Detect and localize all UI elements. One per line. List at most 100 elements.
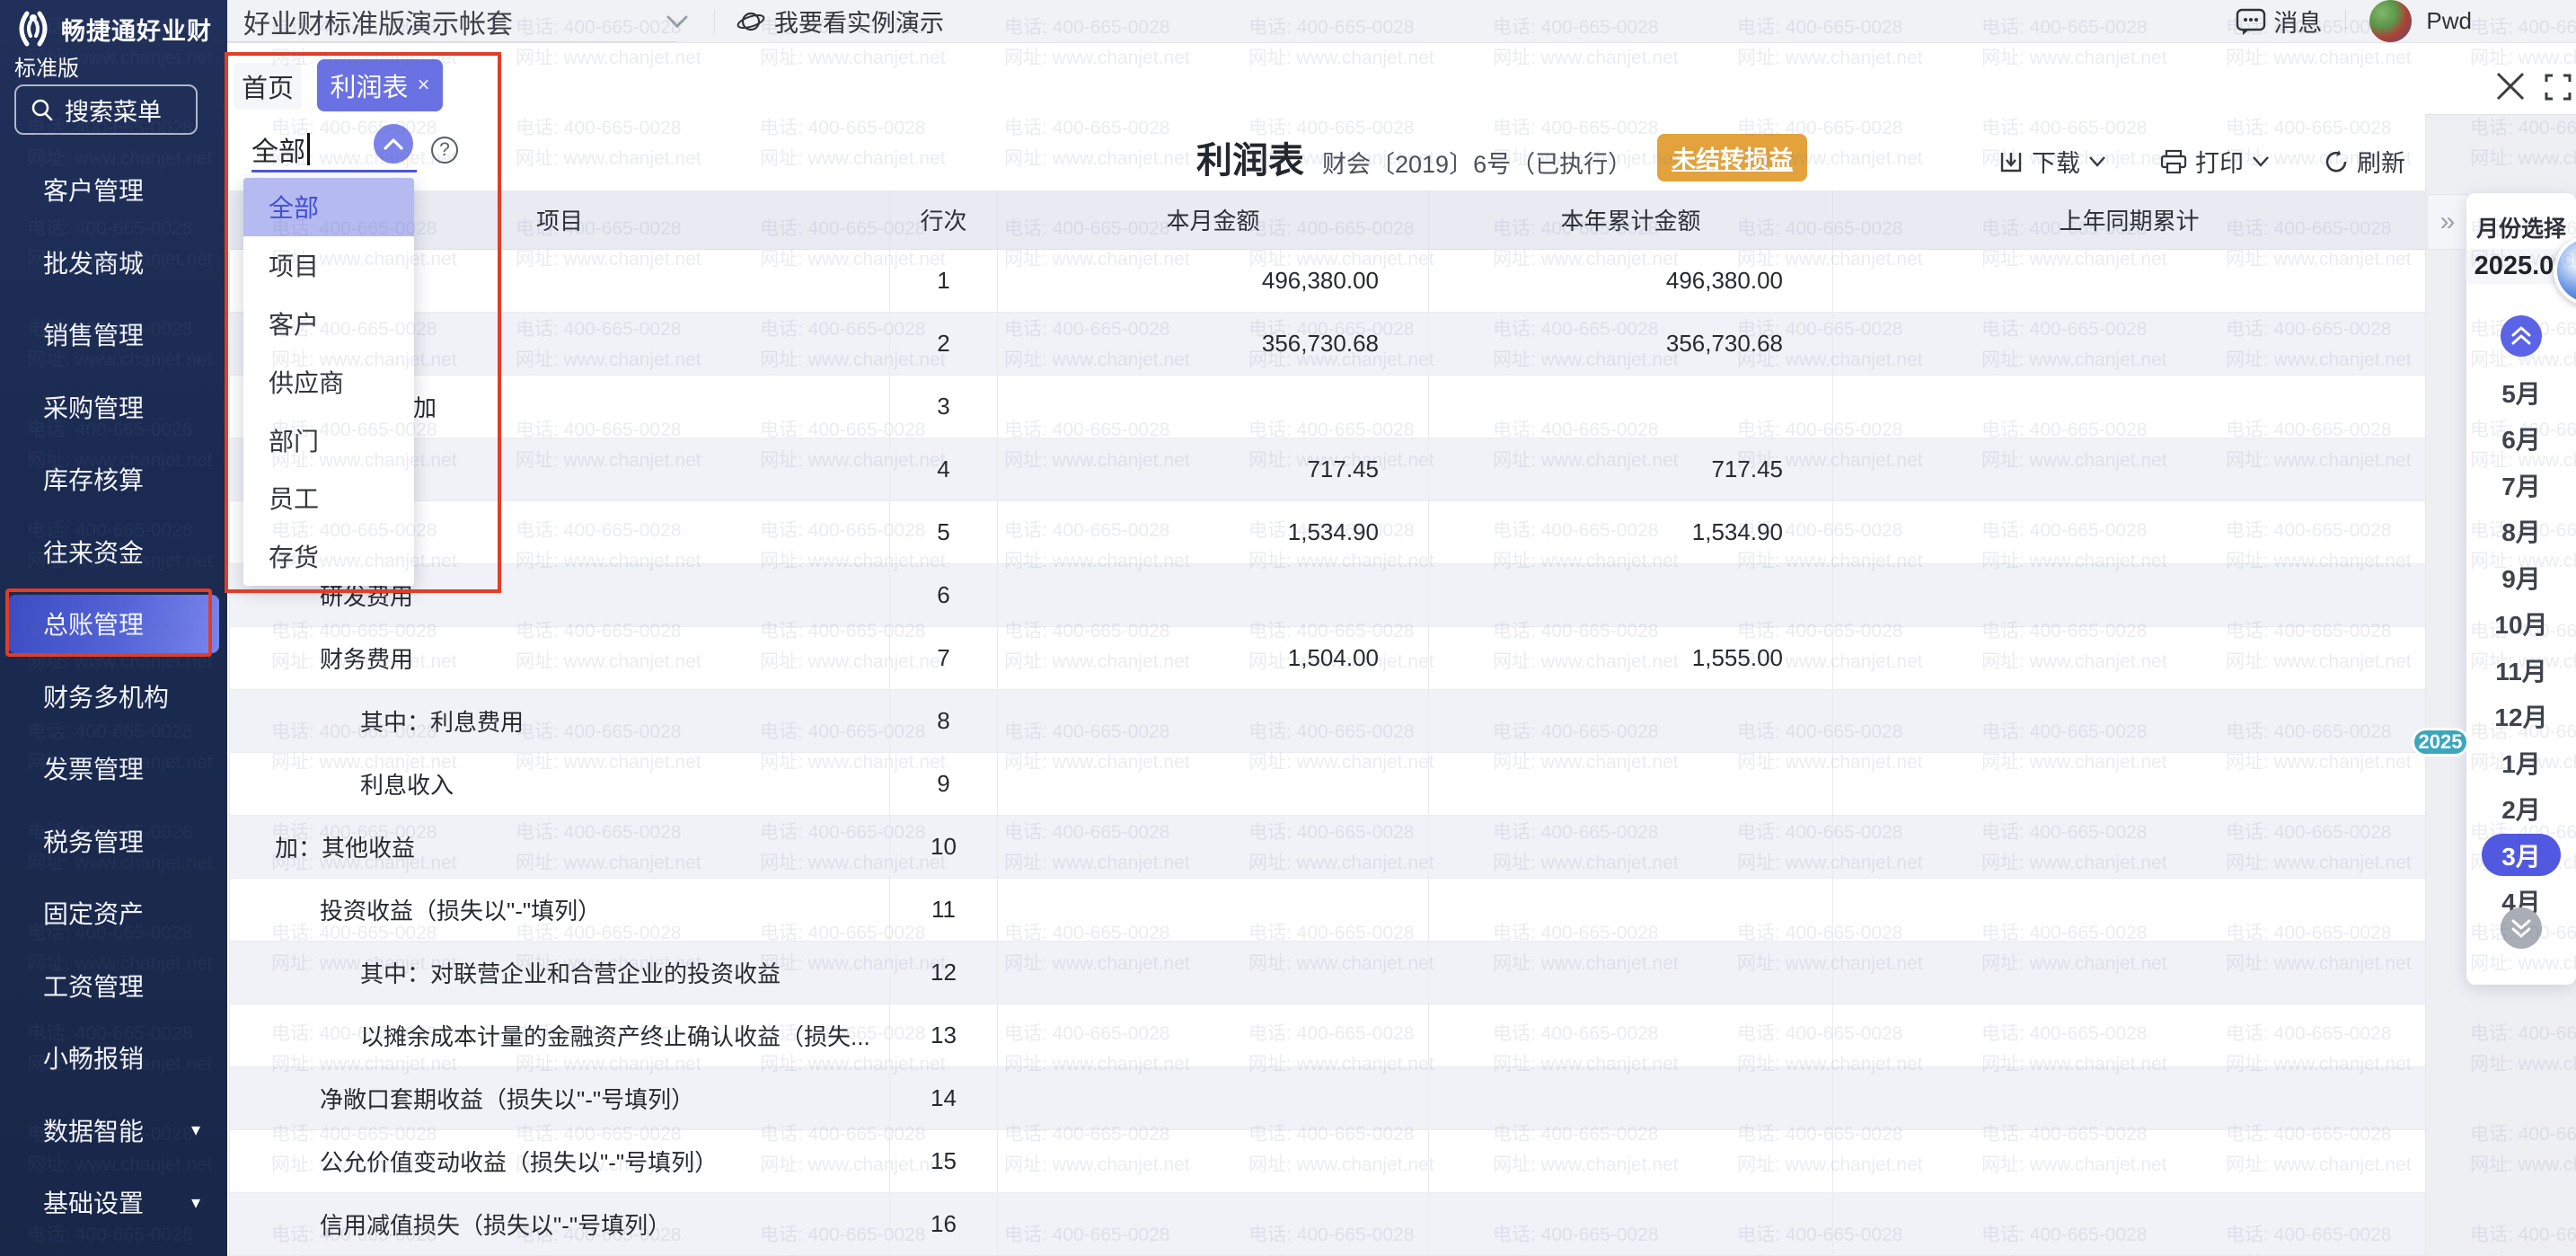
line-number-cell: 4 (890, 438, 998, 501)
table-row[interactable]: 加：其他收益10 (230, 816, 2425, 879)
demo-link-label: 我要看实例演示 (774, 4, 944, 39)
month-item-12月[interactable]: 12月 (2466, 694, 2576, 740)
sidebar-item-总账管理[interactable]: 总账管理 (0, 588, 227, 660)
month-item-3月[interactable]: 3月 (2466, 832, 2576, 879)
message-icon (2236, 7, 2266, 36)
filter-option-客户[interactable]: 客户 (243, 295, 414, 353)
download-button[interactable]: 下载 (1998, 144, 2106, 179)
fullscreen-icon[interactable] (2545, 74, 2572, 101)
table-row[interactable]: 以摊余成本计量的金融资产终止确认收益（损失...13 (230, 1004, 2425, 1067)
sidebar-item-发票管理[interactable]: 发票管理 (0, 732, 227, 805)
month-item-2月[interactable]: 2月 (2466, 786, 2576, 833)
print-label: 打印 (2195, 144, 2244, 179)
sidebar-item-label: 工资管理 (43, 968, 144, 1004)
avatar[interactable] (2369, 0, 2412, 42)
account-select[interactable]: 好业财标准版演示帐套 (243, 2, 689, 41)
sidebar-item-库存核算[interactable]: 库存核算 (0, 443, 227, 516)
income-statement-table: 项目行次本月金额本年累计金额上年同期累计 一、营业收入1496,380.0049… (229, 190, 2425, 1256)
month-list: 5月6月7月8月9月10月11月12月1月2月3月4月 (2466, 369, 2576, 924)
table-row[interactable]: 信用减值损失（损失以"-"号填列）16 (230, 1193, 2425, 1256)
help-icon[interactable]: ? (431, 137, 458, 164)
month-item-6月[interactable]: 6月 (2466, 416, 2576, 463)
demo-link[interactable]: 我要看实例演示 (737, 4, 944, 39)
filter-option-项目[interactable]: 项目 (243, 236, 414, 295)
current-month-cell: 1,534.90 (998, 501, 1429, 564)
tab-close-icon[interactable]: × (418, 73, 430, 98)
table-body: 一、营业收入1496,380.00496,380.00减：营业成本2356,73… (230, 250, 2425, 1256)
print-button[interactable]: 打印 (2160, 144, 2270, 179)
month-item-1月[interactable]: 1月 (2466, 739, 2576, 786)
table-row[interactable]: 税金及附加3 (230, 376, 2425, 438)
sidebar-search[interactable]: 搜索菜单 (14, 84, 198, 135)
table-row[interactable]: 销售费用4717.45717.45 (230, 438, 2425, 501)
current-month-cell (998, 1130, 1429, 1193)
month-item-7月[interactable]: 7月 (2466, 462, 2576, 509)
sidebar-item-客户管理[interactable]: 客户管理 (0, 154, 227, 226)
table-row[interactable]: 其中：利息费用8 (230, 690, 2425, 753)
sidebar-item-label: 财务多机构 (43, 678, 169, 714)
unposted-pnl-badge[interactable]: 未结转损益 (1657, 134, 1807, 181)
sidebar-item-小畅报销[interactable]: 小畅报销 (0, 1022, 227, 1094)
month-item-11月[interactable]: 11月 (2466, 647, 2576, 694)
sidebar-item-销售管理[interactable]: 销售管理 (0, 298, 227, 371)
search-placeholder: 搜索菜单 (65, 93, 162, 128)
dimension-filter-input[interactable]: 全部 (251, 129, 310, 169)
month-item-10月[interactable]: 10月 (2466, 601, 2576, 648)
sidebar-item-财务多机构[interactable]: 财务多机构 (0, 660, 227, 733)
ytd-cell: 1,555.00 (1429, 627, 1833, 690)
refresh-icon (2324, 149, 2349, 174)
current-month-cell (998, 942, 1429, 1004)
panel-collapse-button[interactable]: » (2427, 194, 2468, 250)
filter-option-员工[interactable]: 员工 (243, 469, 414, 527)
line-number-cell: 12 (890, 942, 998, 1004)
sidebar-item-基础设置[interactable]: 基础设置▾ (0, 1166, 227, 1239)
month-item-8月[interactable]: 8月 (2466, 509, 2576, 555)
filter-option-供应商[interactable]: 供应商 (243, 352, 414, 411)
ytd-cell (1429, 879, 1833, 942)
ytd-cell (1429, 1193, 1833, 1256)
tab-income-statement[interactable]: 利润表 × (317, 59, 443, 111)
table-row[interactable]: 一、营业收入1496,380.00496,380.00 (230, 250, 2425, 313)
scroll-up-button[interactable] (2501, 315, 2542, 357)
close-icon[interactable] (2492, 68, 2528, 104)
ytd-cell (1429, 1130, 1833, 1193)
month-item-5月[interactable]: 5月 (2466, 369, 2576, 416)
table-row[interactable]: 管理费用51,534.901,534.90 (230, 501, 2425, 564)
sidebar-item-label: 销售管理 (43, 316, 144, 352)
table-row[interactable]: 研发费用6 (230, 564, 2425, 627)
month-item-9月[interactable]: 9月 (2466, 554, 2576, 601)
filter-option-全部[interactable]: 全部 (243, 178, 414, 236)
account-name: 好业财标准版演示帐套 (243, 2, 513, 41)
sidebar-item-税务管理[interactable]: 税务管理 (0, 805, 227, 878)
table-row[interactable]: 财务费用71,504.001,555.00 (230, 627, 2425, 690)
table-row[interactable]: 利息收入9 (230, 753, 2425, 816)
sidebar-item-label: 小畅报销 (43, 1039, 144, 1075)
sidebar-item-工资管理[interactable]: 工资管理 (0, 950, 227, 1022)
filter-option-部门[interactable]: 部门 (243, 411, 414, 469)
item-cell: 以摊余成本计量的金融资产终止确认收益（损失... (230, 1004, 890, 1067)
line-number-cell: 14 (890, 1067, 998, 1130)
item-cell: 其中：利息费用 (230, 690, 890, 753)
item-cell: 财务费用 (230, 627, 890, 690)
prior-year-cell (1833, 879, 2426, 942)
table-row[interactable]: 减：营业成本2356,730.68356,730.68 (230, 313, 2425, 376)
table-row[interactable]: 投资收益（损失以"-"填列）11 (230, 879, 2425, 942)
table-row[interactable]: 公允价值变动收益（损失以"-"号填列）15 (230, 1130, 2425, 1193)
sidebar-item-采购管理[interactable]: 采购管理 (0, 371, 227, 444)
sidebar-item-固定资产[interactable]: 固定资产 (0, 877, 227, 950)
table-row[interactable]: 其中：对联营企业和合营企业的投资收益12 (230, 942, 2425, 1004)
current-month-cell (998, 376, 1429, 438)
filter-option-存货[interactable]: 存货 (243, 527, 414, 586)
sidebar-item-批发商城[interactable]: 批发商城 (0, 226, 227, 299)
tab-home[interactable]: 首页 (234, 63, 302, 110)
line-number-cell: 11 (890, 879, 998, 942)
filter-collapse-button[interactable] (374, 124, 413, 164)
table-row[interactable]: 净敞口套期收益（损失以"-"号填列）14 (230, 1067, 2425, 1130)
sidebar-item-往来资金[interactable]: 往来资金 (0, 516, 227, 588)
scroll-down-button[interactable] (2501, 907, 2542, 949)
ytd-cell: 717.45 (1429, 438, 1833, 501)
sidebar-item-数据智能[interactable]: 数据智能▾ (0, 1094, 227, 1167)
messages-button[interactable]: 消息 (2236, 4, 2322, 39)
prior-year-cell (1833, 501, 2426, 564)
refresh-button[interactable]: 刷新 (2324, 144, 2405, 179)
